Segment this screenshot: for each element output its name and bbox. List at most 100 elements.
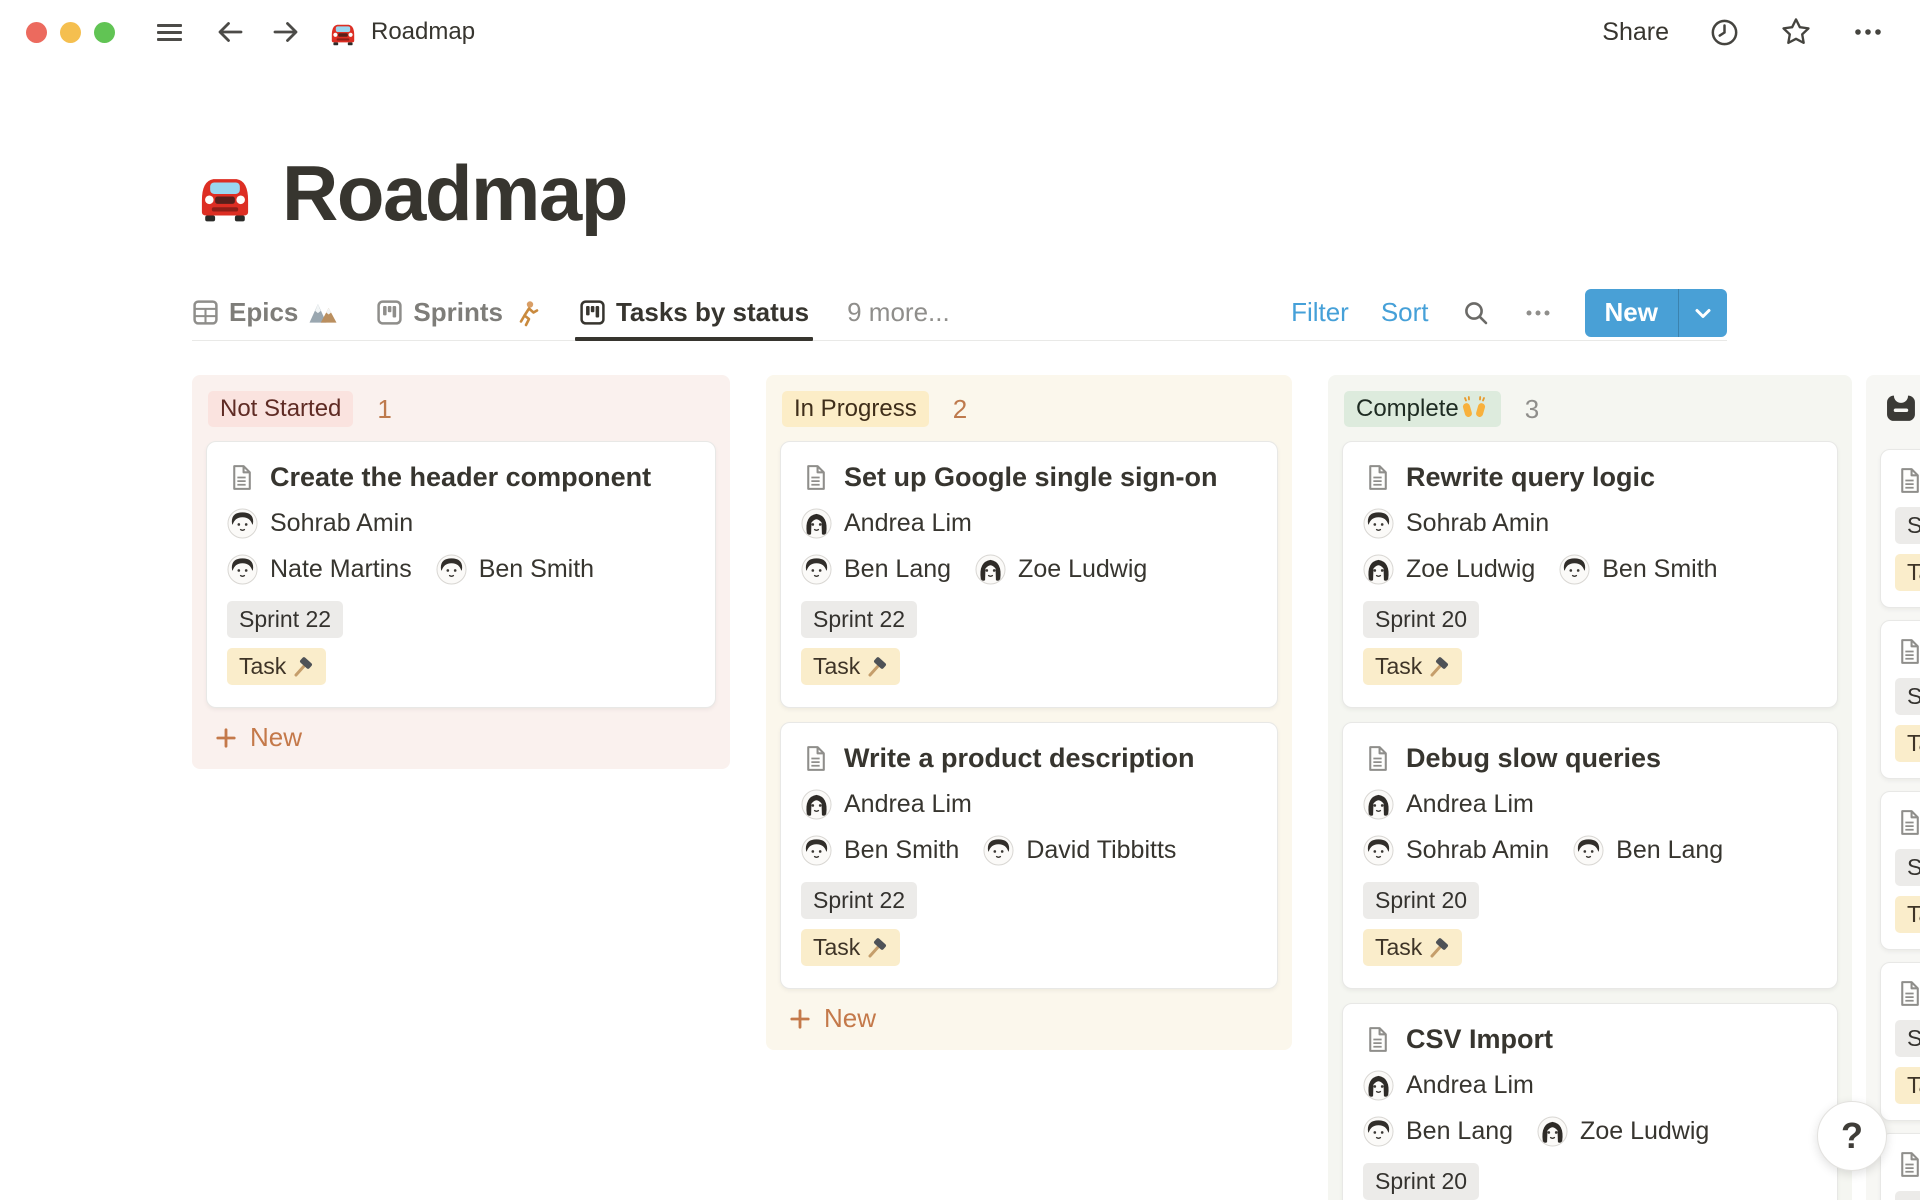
task-tag: Task — [1363, 929, 1462, 966]
view-tab-epics[interactable]: Epics — [192, 285, 338, 340]
avatar — [983, 835, 1014, 866]
page-icon-red-car[interactable] — [192, 161, 258, 227]
column-status-badge[interactable]: Complete — [1344, 391, 1501, 427]
page-title[interactable]: Roadmap — [282, 148, 627, 239]
column-status-badge[interactable]: Not Started — [208, 391, 353, 427]
avatar — [1363, 508, 1394, 539]
task-card[interactable]: Set up Google single sign-on Andrea LimB… — [780, 441, 1278, 708]
card-title: Write a product description — [844, 743, 1195, 774]
assignee-row: Andrea Lim — [1363, 789, 1817, 820]
hammer-icon — [1426, 655, 1450, 679]
sprint-tag: Sprint 22 — [801, 882, 917, 919]
sprint-tag: Sprint 22 — [227, 601, 343, 638]
column-status-badge[interactable]: In Progress — [782, 391, 929, 427]
assignee: Andrea Lim — [1363, 1070, 1534, 1101]
add-card-button[interactable]: New — [214, 722, 716, 753]
hammer-icon — [864, 655, 888, 679]
add-card-button[interactable]: New — [788, 1003, 1278, 1034]
task-tag: Task — [1895, 725, 1920, 762]
card-title: Create the header component — [270, 462, 651, 493]
assignee-row: Sohrab Amin — [1363, 508, 1817, 539]
back-arrow-icon[interactable] — [215, 17, 246, 47]
assignee-row: Sohrab Amin Ben Lang — [1363, 835, 1817, 866]
column-count: 1 — [377, 394, 391, 425]
assignee: Zoe Ludwig — [975, 554, 1147, 585]
page-document-icon — [801, 463, 830, 492]
assignee-name: Zoe Ludwig — [1018, 555, 1147, 584]
sprint-tag: Sprint 20 — [1363, 882, 1479, 919]
task-tag: Task — [801, 929, 900, 966]
page-document-icon — [1895, 637, 1920, 666]
sprint-tag: Sprint 22 — [801, 601, 917, 638]
assignee-row: Andrea Lim — [1363, 1070, 1817, 1101]
close-window-button[interactable] — [26, 22, 47, 43]
zoom-window-button[interactable] — [94, 22, 115, 43]
column-header: Complete 3 — [1342, 389, 1838, 441]
avatar — [227, 508, 258, 539]
task-card[interactable]: Rewrite query logic Sohrab AminZoe Ludwi… — [1342, 441, 1838, 708]
board-column: Sprint 20 Task Sprint 20 Task — [1866, 375, 1920, 1200]
avatar — [1363, 554, 1394, 585]
task-tag: Task — [801, 648, 900, 685]
share-button[interactable]: Share — [1602, 18, 1669, 47]
task-tag: Task — [227, 648, 326, 685]
task-card[interactable]: Sprint 20 Task — [1880, 791, 1920, 950]
assignee-row: Nate Martins Ben Smith — [227, 554, 695, 585]
assignee-name: Ben Smith — [479, 555, 594, 584]
task-card[interactable]: CSV Import Andrea LimBen LangZoe Ludwig … — [1342, 1003, 1838, 1200]
view-tab-sprints[interactable]: Sprints — [376, 285, 541, 340]
sort-button[interactable]: Sort — [1381, 297, 1429, 328]
assignee: Ben Smith — [1559, 554, 1717, 585]
more-options-icon[interactable] — [1852, 17, 1884, 47]
search-icon[interactable] — [1461, 298, 1491, 328]
task-card[interactable]: Debug slow queries Andrea LimSohrab Amin… — [1342, 722, 1838, 989]
new-button[interactable]: New — [1585, 289, 1678, 337]
task-tag: Task — [1895, 554, 1920, 591]
avatar — [975, 554, 1006, 585]
page-document-icon — [801, 744, 830, 773]
page-document-icon — [1895, 979, 1920, 1008]
assignee: Andrea Lim — [801, 508, 972, 539]
assignee: Zoe Ludwig — [1363, 554, 1535, 585]
assignee-row: Andrea Lim — [801, 789, 1257, 820]
column-count: 3 — [1525, 394, 1539, 425]
assignee-name: Zoe Ludwig — [1406, 555, 1535, 584]
sprint-tag: Sprint 20 — [1895, 849, 1920, 886]
assignee-name: Andrea Lim — [1406, 1071, 1534, 1100]
hammer-icon — [290, 655, 314, 679]
assignee-name: Sohrab Amin — [1406, 509, 1549, 538]
new-dropdown-chevron-icon[interactable] — [1678, 289, 1727, 337]
table-icon — [192, 299, 219, 326]
runner-icon — [513, 299, 541, 327]
task-card[interactable]: Create the header component Sohrab Amin N… — [206, 441, 716, 708]
assignee: Nate Martins — [227, 554, 412, 585]
history-clock-icon[interactable] — [1709, 17, 1740, 48]
favorite-star-icon[interactable] — [1780, 16, 1812, 48]
breadcrumb[interactable]: Roadmap — [327, 16, 475, 48]
task-card[interactable]: Write a product description Andrea Lim Be… — [780, 722, 1278, 989]
task-card[interactable]: Sprint 20 Task — [1880, 620, 1920, 779]
kanban-board: Not Started 1 Create the header componen… — [192, 375, 1920, 1200]
assignee: Sohrab Amin — [227, 508, 413, 539]
avatar — [801, 554, 832, 585]
assignee-name: Ben Smith — [844, 836, 959, 865]
forward-arrow-icon[interactable] — [270, 17, 301, 47]
filter-button[interactable]: Filter — [1291, 297, 1349, 328]
sidebar-menu-icon[interactable] — [154, 17, 184, 47]
assignee-name: Sohrab Amin — [1406, 836, 1549, 865]
minimize-window-button[interactable] — [60, 22, 81, 43]
view-tab-tasks-by-status[interactable]: Tasks by status — [579, 285, 809, 340]
board-icon — [376, 299, 403, 326]
help-button[interactable]: ? — [1817, 1101, 1887, 1171]
mountain-icon — [308, 299, 338, 326]
card-title: CSV Import — [1406, 1024, 1553, 1055]
assignee-name: Andrea Lim — [844, 790, 972, 819]
assignee: Ben Smith — [801, 835, 959, 866]
sprint-tag: Sprint 20 — [1895, 1191, 1920, 1200]
view-options-icon[interactable] — [1523, 298, 1553, 328]
task-card[interactable]: Sprint 20 Task — [1880, 449, 1920, 608]
more-views-button[interactable]: 9 more... — [847, 297, 950, 328]
task-card[interactable]: Sprint 20 Task — [1880, 962, 1920, 1121]
inbox-tray-icon — [1882, 391, 1917, 435]
assignee-name: Ben Lang — [1616, 836, 1723, 865]
